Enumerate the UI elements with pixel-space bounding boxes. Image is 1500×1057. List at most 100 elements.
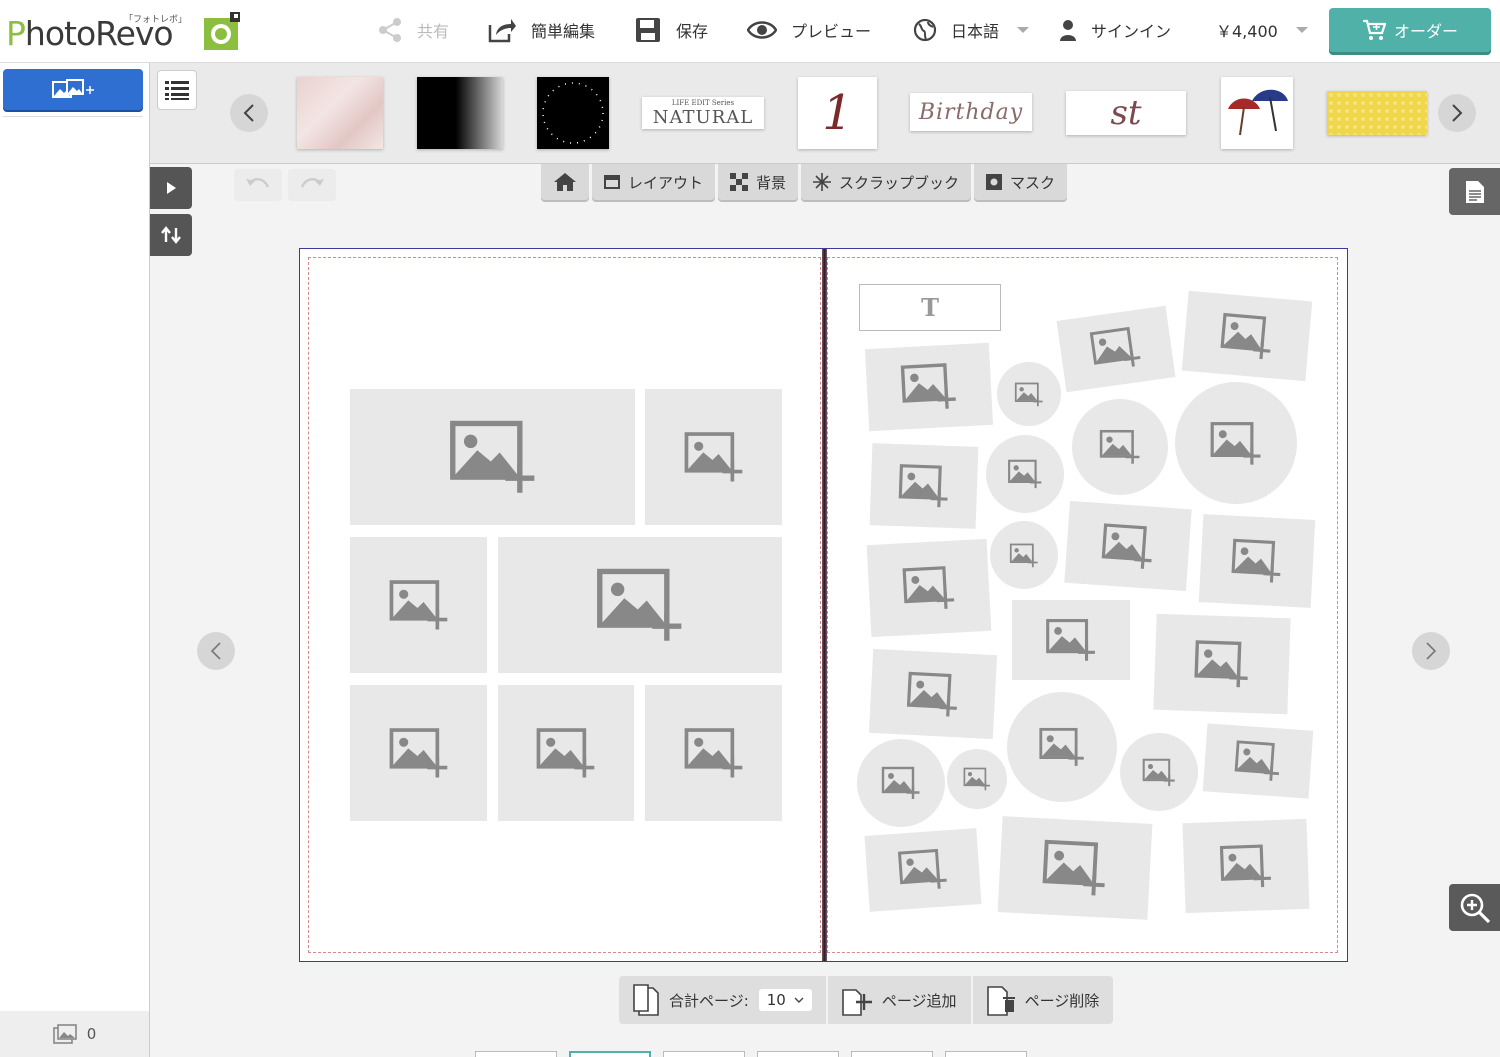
signin-button[interactable]: サインイン bbox=[1059, 14, 1171, 46]
delete-page-button[interactable]: ページ削除 bbox=[972, 976, 1114, 1024]
right-page[interactable]: T bbox=[827, 249, 1347, 961]
language-select[interactable]: 日本語 bbox=[913, 14, 1030, 46]
thumb-natural[interactable]: LIFE EDIT Series NATURAL bbox=[642, 97, 764, 129]
order-button[interactable]: オーダー bbox=[1329, 8, 1491, 52]
photo-slot-circle[interactable] bbox=[1072, 399, 1168, 495]
tab-background[interactable]: 背景 bbox=[718, 164, 799, 200]
photo-slot-circle[interactable] bbox=[990, 521, 1058, 589]
photo-slot[interactable] bbox=[1181, 290, 1313, 382]
tab-mask[interactable]: マスク bbox=[974, 164, 1068, 200]
add-page-button[interactable]: ページ追加 bbox=[827, 976, 971, 1024]
photo-slot[interactable] bbox=[645, 389, 782, 525]
photo-slot[interactable] bbox=[997, 816, 1153, 920]
chevron-left-icon bbox=[210, 642, 221, 660]
chevron-down-icon bbox=[1295, 27, 1308, 33]
sparkle-icon bbox=[813, 173, 832, 191]
preview-button[interactable]: プレビュー bbox=[747, 14, 871, 46]
checkerboard-icon bbox=[730, 173, 749, 191]
thumb-birthday[interactable]: Birthday bbox=[910, 93, 1032, 131]
editor-main: LIFE EDIT Series NATURAL 1 Birthday st レ… bbox=[150, 63, 1500, 1057]
photo-slot[interactable] bbox=[1056, 305, 1176, 393]
page-thumbnail[interactable] bbox=[475, 1051, 557, 1057]
easy-edit-label: 簡単編集 bbox=[531, 22, 596, 41]
photo-slot[interactable] bbox=[1012, 600, 1130, 680]
photo-slot-circle[interactable] bbox=[1007, 692, 1117, 802]
photo-slot-circle[interactable] bbox=[857, 739, 945, 827]
photo-slot[interactable] bbox=[498, 537, 782, 673]
photo-slot[interactable] bbox=[350, 685, 487, 821]
home-icon bbox=[554, 173, 576, 191]
strip-next-button[interactable] bbox=[1438, 94, 1476, 132]
photo-slot-circle[interactable] bbox=[986, 435, 1064, 513]
photo-slot[interactable] bbox=[864, 342, 994, 432]
tab-scrapbook[interactable]: スクラップブック bbox=[801, 164, 972, 200]
redo-button[interactable] bbox=[288, 169, 336, 201]
photorevo-logo[interactable]: PhotoRevo 「フォトレボ」 bbox=[6, 8, 246, 56]
page-thumbnail-active[interactable] bbox=[569, 1051, 651, 1057]
page-thumbnail-strip bbox=[475, 1051, 1027, 1057]
photo-stack-icon bbox=[52, 1024, 77, 1044]
photo-slot[interactable] bbox=[868, 648, 998, 740]
left-page[interactable] bbox=[300, 249, 822, 961]
share-button[interactable]: 共有 bbox=[377, 14, 449, 46]
page-thumbnail[interactable] bbox=[663, 1051, 745, 1057]
add-image-icon bbox=[1014, 382, 1043, 406]
delete-page-icon bbox=[986, 986, 1015, 1016]
notes-button[interactable] bbox=[1449, 168, 1500, 215]
layout-icon bbox=[604, 175, 620, 189]
photo-slot-circle[interactable] bbox=[997, 362, 1061, 426]
thumb-umbrellas[interactable] bbox=[1221, 77, 1293, 149]
save-label: 保存 bbox=[676, 22, 709, 41]
thumb-yellow-dots[interactable] bbox=[1327, 91, 1427, 135]
photo-slot-circle[interactable] bbox=[1175, 382, 1297, 504]
easy-edit-button[interactable]: 簡単編集 bbox=[487, 14, 595, 46]
photo-slot[interactable] bbox=[864, 828, 982, 912]
add-image-icon bbox=[684, 728, 742, 778]
add-photo-button[interactable] bbox=[3, 69, 143, 110]
undo-button[interactable] bbox=[234, 169, 282, 201]
thumb-black-dots-frame[interactable] bbox=[537, 77, 609, 149]
add-image-icon bbox=[389, 580, 447, 630]
thumb-st[interactable]: st bbox=[1066, 91, 1186, 135]
thumb-number-one[interactable]: 1 bbox=[798, 77, 877, 149]
photo-slot[interactable] bbox=[1198, 514, 1316, 608]
total-pages-select[interactable]: 10 bbox=[758, 989, 812, 1011]
photo-slot[interactable] bbox=[350, 389, 635, 525]
triangle-right-icon bbox=[167, 182, 176, 194]
price-select[interactable]: ￥4,400 bbox=[1216, 14, 1308, 46]
book-spread: T bbox=[299, 248, 1348, 962]
text-slot[interactable]: T bbox=[859, 284, 1001, 331]
photo-slot[interactable] bbox=[498, 685, 634, 821]
page-thumbnail[interactable] bbox=[945, 1051, 1027, 1057]
photo-slot[interactable] bbox=[1182, 818, 1310, 914]
zoom-in-button[interactable] bbox=[1449, 884, 1500, 931]
thumb-black-fade[interactable] bbox=[417, 77, 503, 149]
photo-slot-circle[interactable] bbox=[947, 749, 1007, 809]
photo-slot[interactable] bbox=[1202, 723, 1314, 799]
expand-panel-button[interactable] bbox=[150, 167, 192, 209]
add-image-icon bbox=[1101, 522, 1152, 569]
prev-page-button[interactable] bbox=[197, 632, 235, 670]
signin-label: サインイン bbox=[1091, 22, 1172, 41]
swap-pages-button[interactable] bbox=[150, 214, 192, 256]
photo-slot-circle[interactable] bbox=[1120, 733, 1198, 811]
save-button[interactable]: 保存 bbox=[634, 14, 708, 46]
strip-prev-button[interactable] bbox=[230, 94, 268, 132]
next-page-button[interactable] bbox=[1412, 632, 1450, 670]
tab-home[interactable] bbox=[541, 164, 589, 200]
thumb-pink-marble[interactable] bbox=[297, 77, 383, 149]
page-thumbnail[interactable] bbox=[757, 1051, 839, 1057]
photo-slot[interactable] bbox=[1153, 613, 1291, 715]
photo-slot[interactable] bbox=[350, 537, 487, 673]
photo-slot[interactable] bbox=[866, 538, 992, 638]
tab-scrapbook-label: スクラップブック bbox=[839, 173, 960, 192]
tab-layout[interactable]: レイアウト bbox=[592, 164, 716, 200]
cart-icon bbox=[1362, 19, 1386, 40]
photo-slot[interactable] bbox=[869, 443, 979, 529]
photo-slot[interactable] bbox=[645, 685, 782, 821]
list-view-button[interactable] bbox=[157, 70, 197, 110]
chevron-right-icon bbox=[1452, 104, 1463, 122]
photo-slot[interactable] bbox=[1064, 500, 1192, 592]
page-thumbnail[interactable] bbox=[851, 1051, 933, 1057]
add-photo-icon bbox=[52, 78, 94, 98]
